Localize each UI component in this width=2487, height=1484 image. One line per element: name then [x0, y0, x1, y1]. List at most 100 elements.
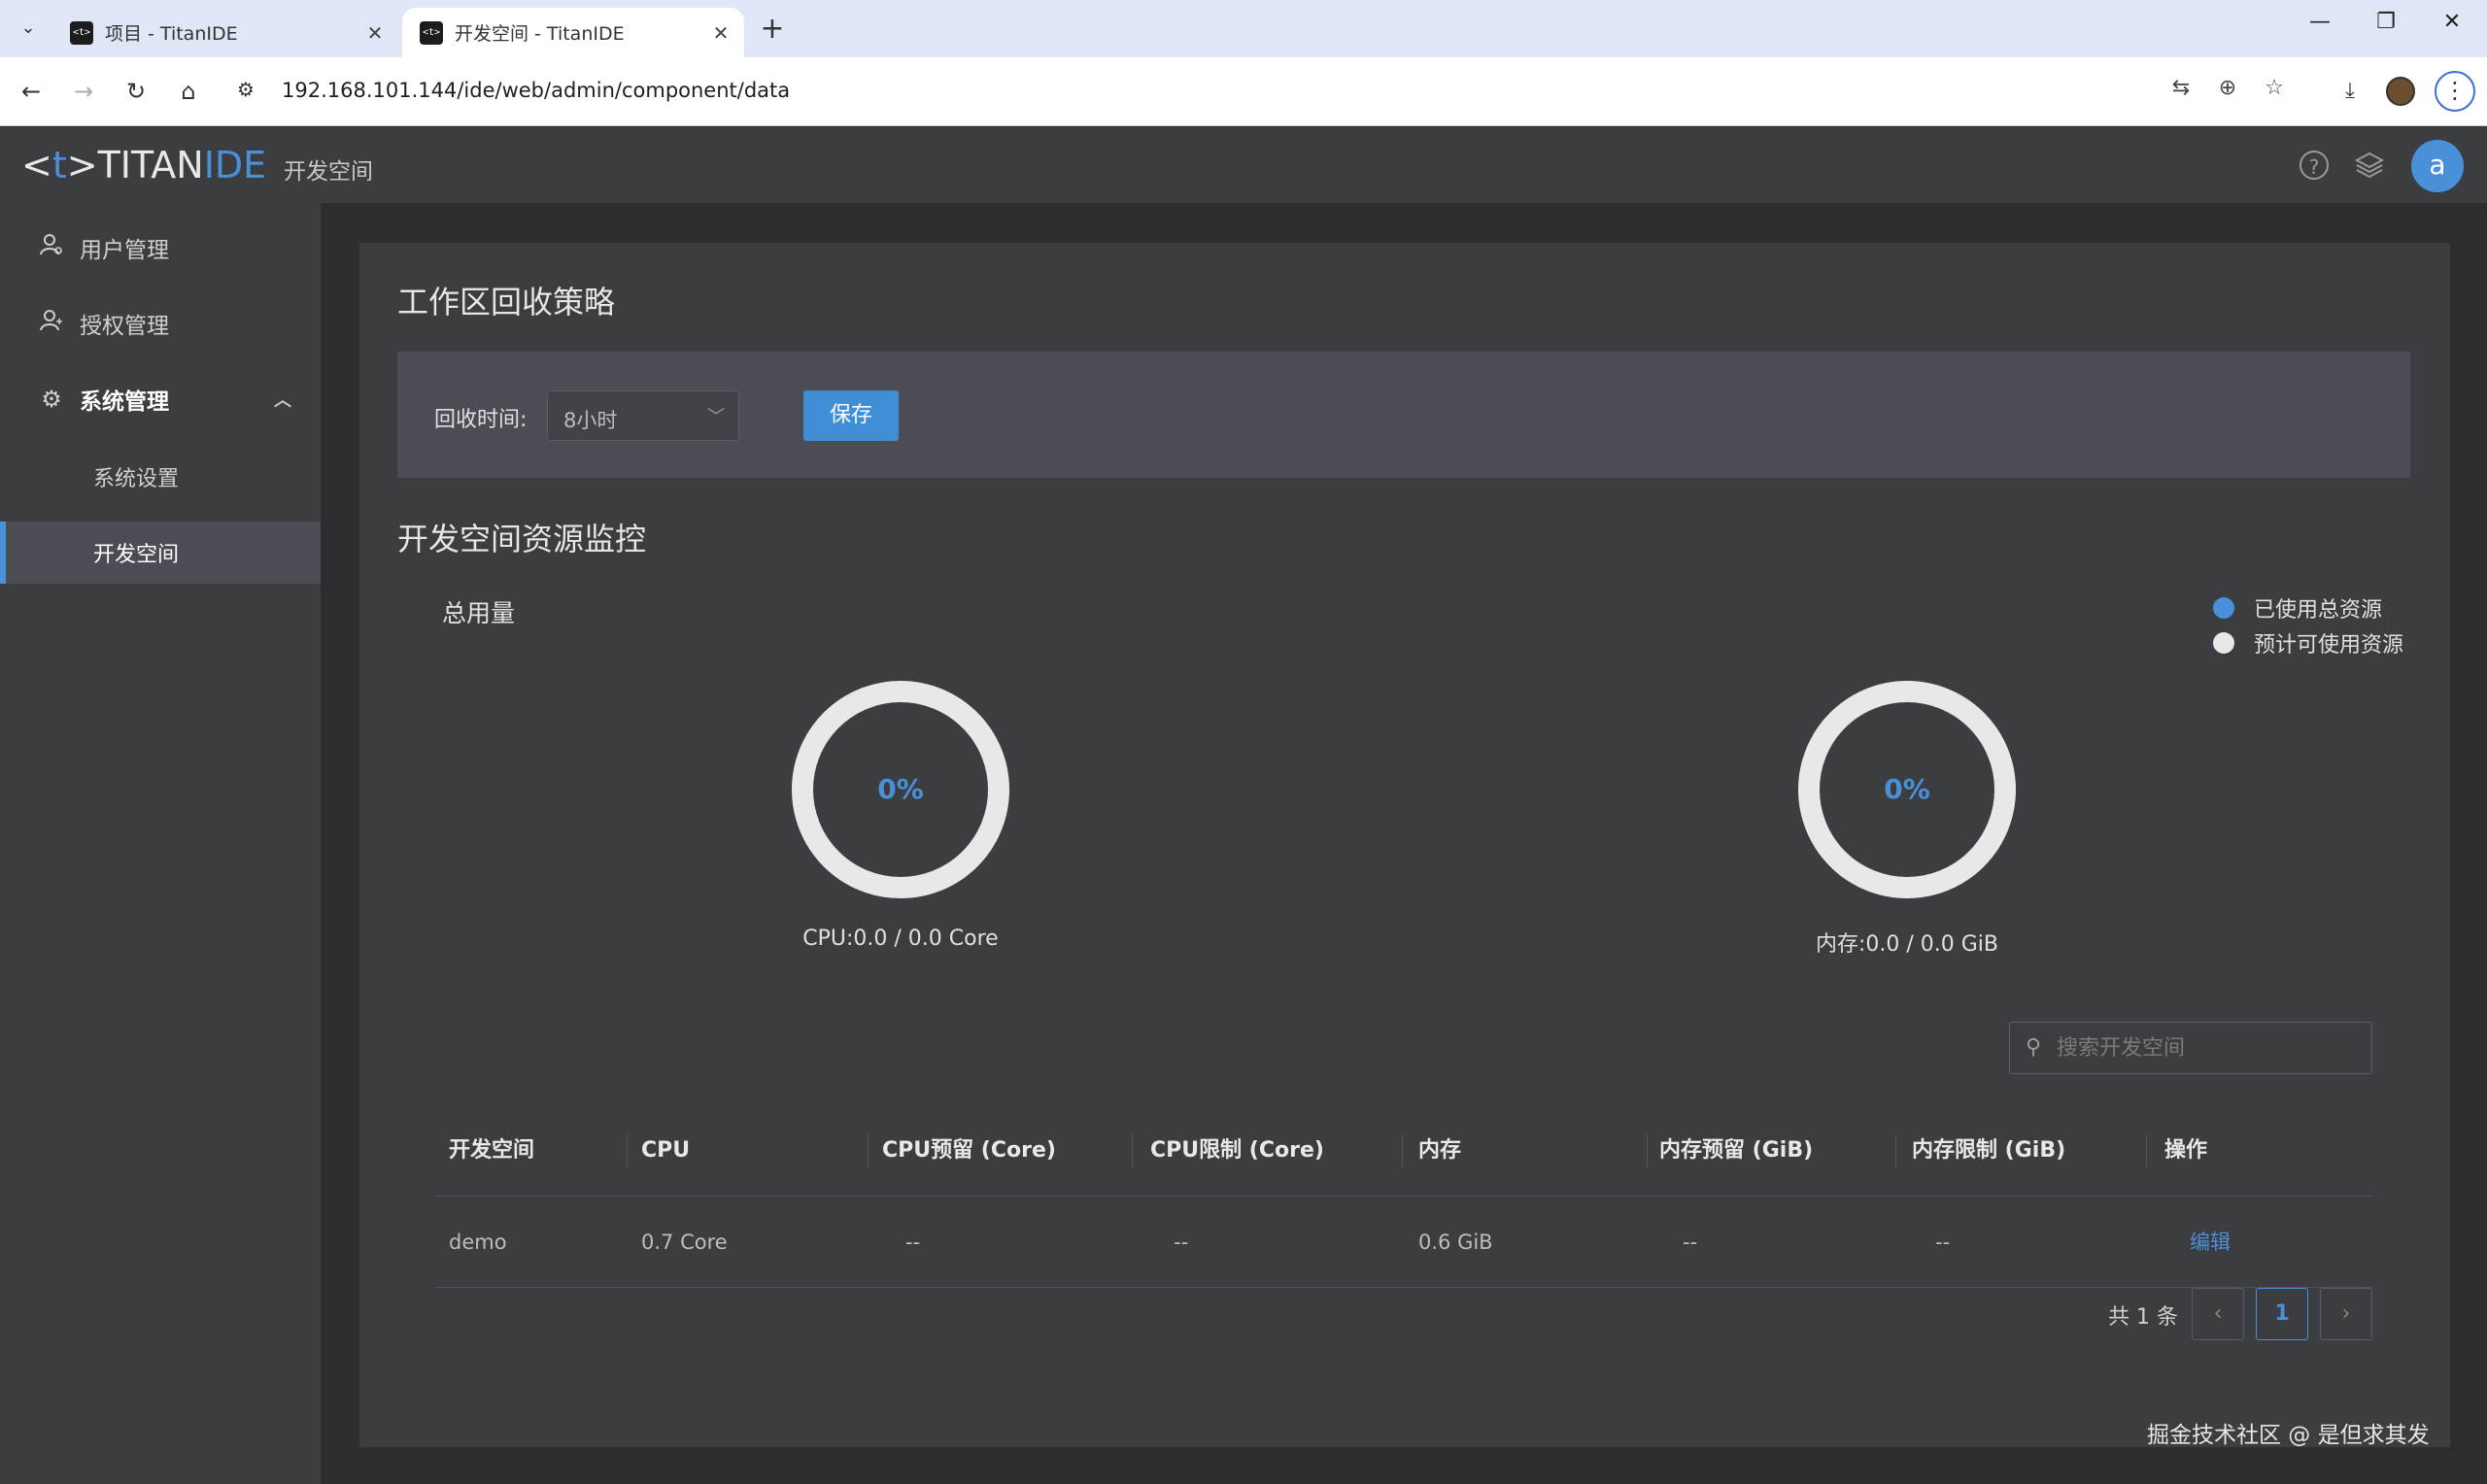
table-cell-cpu-reserve: -- [905, 1231, 921, 1254]
column-header-label: 内存限制 (GiB) [1912, 1138, 2066, 1163]
zoom-icon[interactable]: ⊕ [2211, 76, 2244, 100]
column-header[interactable]: 内存 [1418, 1105, 1648, 1197]
column-header-label: 开发空间 [449, 1138, 535, 1163]
tab-title: 开发空间 - TitanIDE [455, 23, 625, 45]
page-title: 开发空间 [284, 159, 373, 185]
forward-icon[interactable]: → [66, 74, 101, 109]
legend-label: 预计可使用资源 [2254, 633, 2404, 658]
memory-gauge: 0% [1798, 681, 2016, 898]
user-avatar[interactable]: a [2411, 140, 2464, 192]
close-icon[interactable]: ✕ [703, 21, 738, 45]
column-header[interactable]: 内存预留 (GiB) [1659, 1105, 1896, 1197]
memory-percent-text: 0% [1884, 773, 1930, 805]
cpu-gauge: 0% [792, 681, 1009, 898]
logo-t: t [51, 144, 67, 186]
recycle-time-select[interactable]: 8小时 ﹀ [547, 390, 739, 441]
new-tab-button[interactable]: + [756, 12, 789, 46]
column-header[interactable]: 操作 [2164, 1105, 2339, 1197]
table-cell-memory-limit: -- [1935, 1231, 1951, 1254]
sidebar-item-system-management[interactable]: ⚙ 系统管理 ︿ [0, 368, 321, 430]
download-icon[interactable]: ⤓ [2332, 73, 2368, 110]
sidebar-item-dev-space[interactable]: 开发空间 [0, 522, 321, 584]
minimize-icon[interactable]: — [2300, 10, 2339, 34]
titanide-logo[interactable]: <t>TITANIDE [21, 144, 266, 186]
search-icon: ⚲ [2026, 1035, 2042, 1060]
browser-toolbar: ← → ↻ ⌂ ⚙ 192.168.101.144/ide/web/admin/… [0, 57, 2487, 126]
help-icon[interactable]: ? [2300, 151, 2329, 180]
column-header-label: CPU限制 (Core) [1150, 1138, 1324, 1163]
recycle-time-label: 回收时间: [434, 408, 528, 432]
table-cell-memory-reserve: -- [1683, 1231, 1698, 1254]
pagination-next-button[interactable]: › [2320, 1288, 2372, 1340]
chart-legend: 已使用总资源 预计可使用资源 [2213, 590, 2403, 660]
close-icon[interactable]: ✕ [358, 21, 392, 45]
logo-bracket: < [21, 144, 52, 186]
cpu-percent-text: 0% [877, 773, 924, 805]
bookmark-star-icon[interactable]: ☆ [2258, 76, 2291, 100]
legend-dot [2213, 632, 2234, 654]
table-cell-name: demo [449, 1231, 507, 1254]
restore-icon[interactable]: ❐ [2367, 10, 2405, 34]
column-header[interactable]: CPU预留 (Core) [882, 1105, 1133, 1197]
recycle-policy-box: 回收时间: 8小时 ﹀ 保存 [397, 352, 2410, 478]
column-header[interactable]: CPU限制 (Core) [1150, 1105, 1403, 1197]
edit-link[interactable]: 编辑 [2190, 1197, 2231, 1288]
sidebar-item-label: 开发空间 [93, 543, 180, 567]
browser-tab-devspace[interactable]: <t> 开发空间 - TitanIDE ✕ [402, 8, 744, 57]
select-value: 8小时 [563, 409, 618, 432]
tab-search-dropdown[interactable]: ⌄ [14, 14, 43, 43]
sidebar-item-label: 授权管理 [80, 314, 169, 339]
reload-icon[interactable]: ↻ [119, 74, 153, 109]
tab-title: 项目 - TitanIDE [105, 23, 238, 45]
chevron-up-icon: ︿ [274, 390, 291, 411]
save-button[interactable]: 保存 [803, 390, 899, 441]
logo-bracket: > [66, 144, 98, 186]
sidebar-item-user-management[interactable]: 用户管理 [0, 217, 321, 279]
window-close-icon[interactable]: ✕ [2433, 10, 2471, 34]
layers-icon[interactable] [2353, 149, 2386, 182]
table-row[interactable]: demo 0.7 Core -- -- 0.6 GiB -- -- 编辑 [435, 1197, 2372, 1288]
titanide-favicon-icon: <t> [420, 20, 443, 45]
cpu-usage-label: CPU:0.0 / 0.0 Core [802, 927, 999, 951]
back-icon[interactable]: ← [14, 74, 49, 109]
sidebar-item-label: 系统管理 [80, 389, 169, 415]
site-info-icon[interactable]: ⚙ [237, 78, 255, 101]
sidebar-item-system-settings[interactable]: 系统设置 [0, 446, 321, 508]
profile-avatar-icon[interactable] [2386, 77, 2415, 106]
sidebar: 用户管理 授权管理 ⚙ 系统管理 ︿ 系统设置 开发空间 [0, 203, 321, 1484]
layers-icon [2354, 152, 2385, 179]
gear-icon: ⚙ [41, 386, 62, 413]
logo-ide: IDE [203, 144, 267, 186]
pagination-total: 共 1 条 [2108, 1305, 2178, 1330]
sidebar-item-label: 用户管理 [80, 238, 169, 263]
column-header[interactable]: 内存限制 (GiB) [1912, 1105, 2147, 1197]
user-manage-icon [37, 232, 66, 263]
table-cell-memory: 0.6 GiB [1418, 1231, 1493, 1254]
legend-item-used[interactable]: 已使用总资源 [2213, 590, 2403, 625]
column-header-label: CPU [641, 1138, 691, 1163]
column-header-label: 内存 [1418, 1138, 1462, 1163]
browser-tab-projects[interactable]: <t> 项目 - TitanIDE ✕ [52, 8, 398, 57]
table-cell-cpu: 0.7 Core [641, 1231, 728, 1254]
titanide-favicon-icon: <t> [70, 20, 93, 45]
pagination-prev-button[interactable]: ‹ [2192, 1288, 2244, 1340]
sidebar-item-auth-management[interactable]: 授权管理 [0, 292, 321, 354]
auth-icon [37, 308, 66, 339]
translate-icon[interactable]: ⇆ [2164, 76, 2197, 100]
legend-item-available[interactable]: 预计可使用资源 [2213, 625, 2403, 660]
column-header[interactable]: 开发空间 [449, 1105, 628, 1197]
table-cell-cpu-limit: -- [1174, 1231, 1189, 1254]
legend-label: 已使用总资源 [2254, 598, 2383, 623]
watermark-text: 掘金技术社区 @ 是但求其发 [2147, 1423, 2430, 1448]
column-header[interactable]: CPU [641, 1105, 869, 1197]
search-box[interactable]: ⚲ [2009, 1022, 2372, 1074]
browser-menu-icon[interactable]: ⋮ [2435, 71, 2475, 112]
search-input[interactable] [2057, 1023, 2358, 1073]
browser-tab-bar: ⌄ <t> 项目 - TitanIDE ✕ <t> 开发空间 - TitanID… [0, 0, 2487, 57]
url-text[interactable]: 192.168.101.144/ide/web/admin/component/… [282, 79, 790, 102]
address-bar[interactable]: ⚙ 192.168.101.144/ide/web/admin/componen… [225, 68, 2284, 115]
table-header: 开发空间 CPU CPU预留 (Core) CPU限制 (Core) 内存 内存… [435, 1105, 2372, 1197]
pagination-page-button[interactable]: 1 [2256, 1288, 2308, 1340]
dev-space-table: 开发空间 CPU CPU预留 (Core) CPU限制 (Core) 内存 内存… [435, 1105, 2372, 1288]
home-icon[interactable]: ⌂ [171, 74, 206, 109]
